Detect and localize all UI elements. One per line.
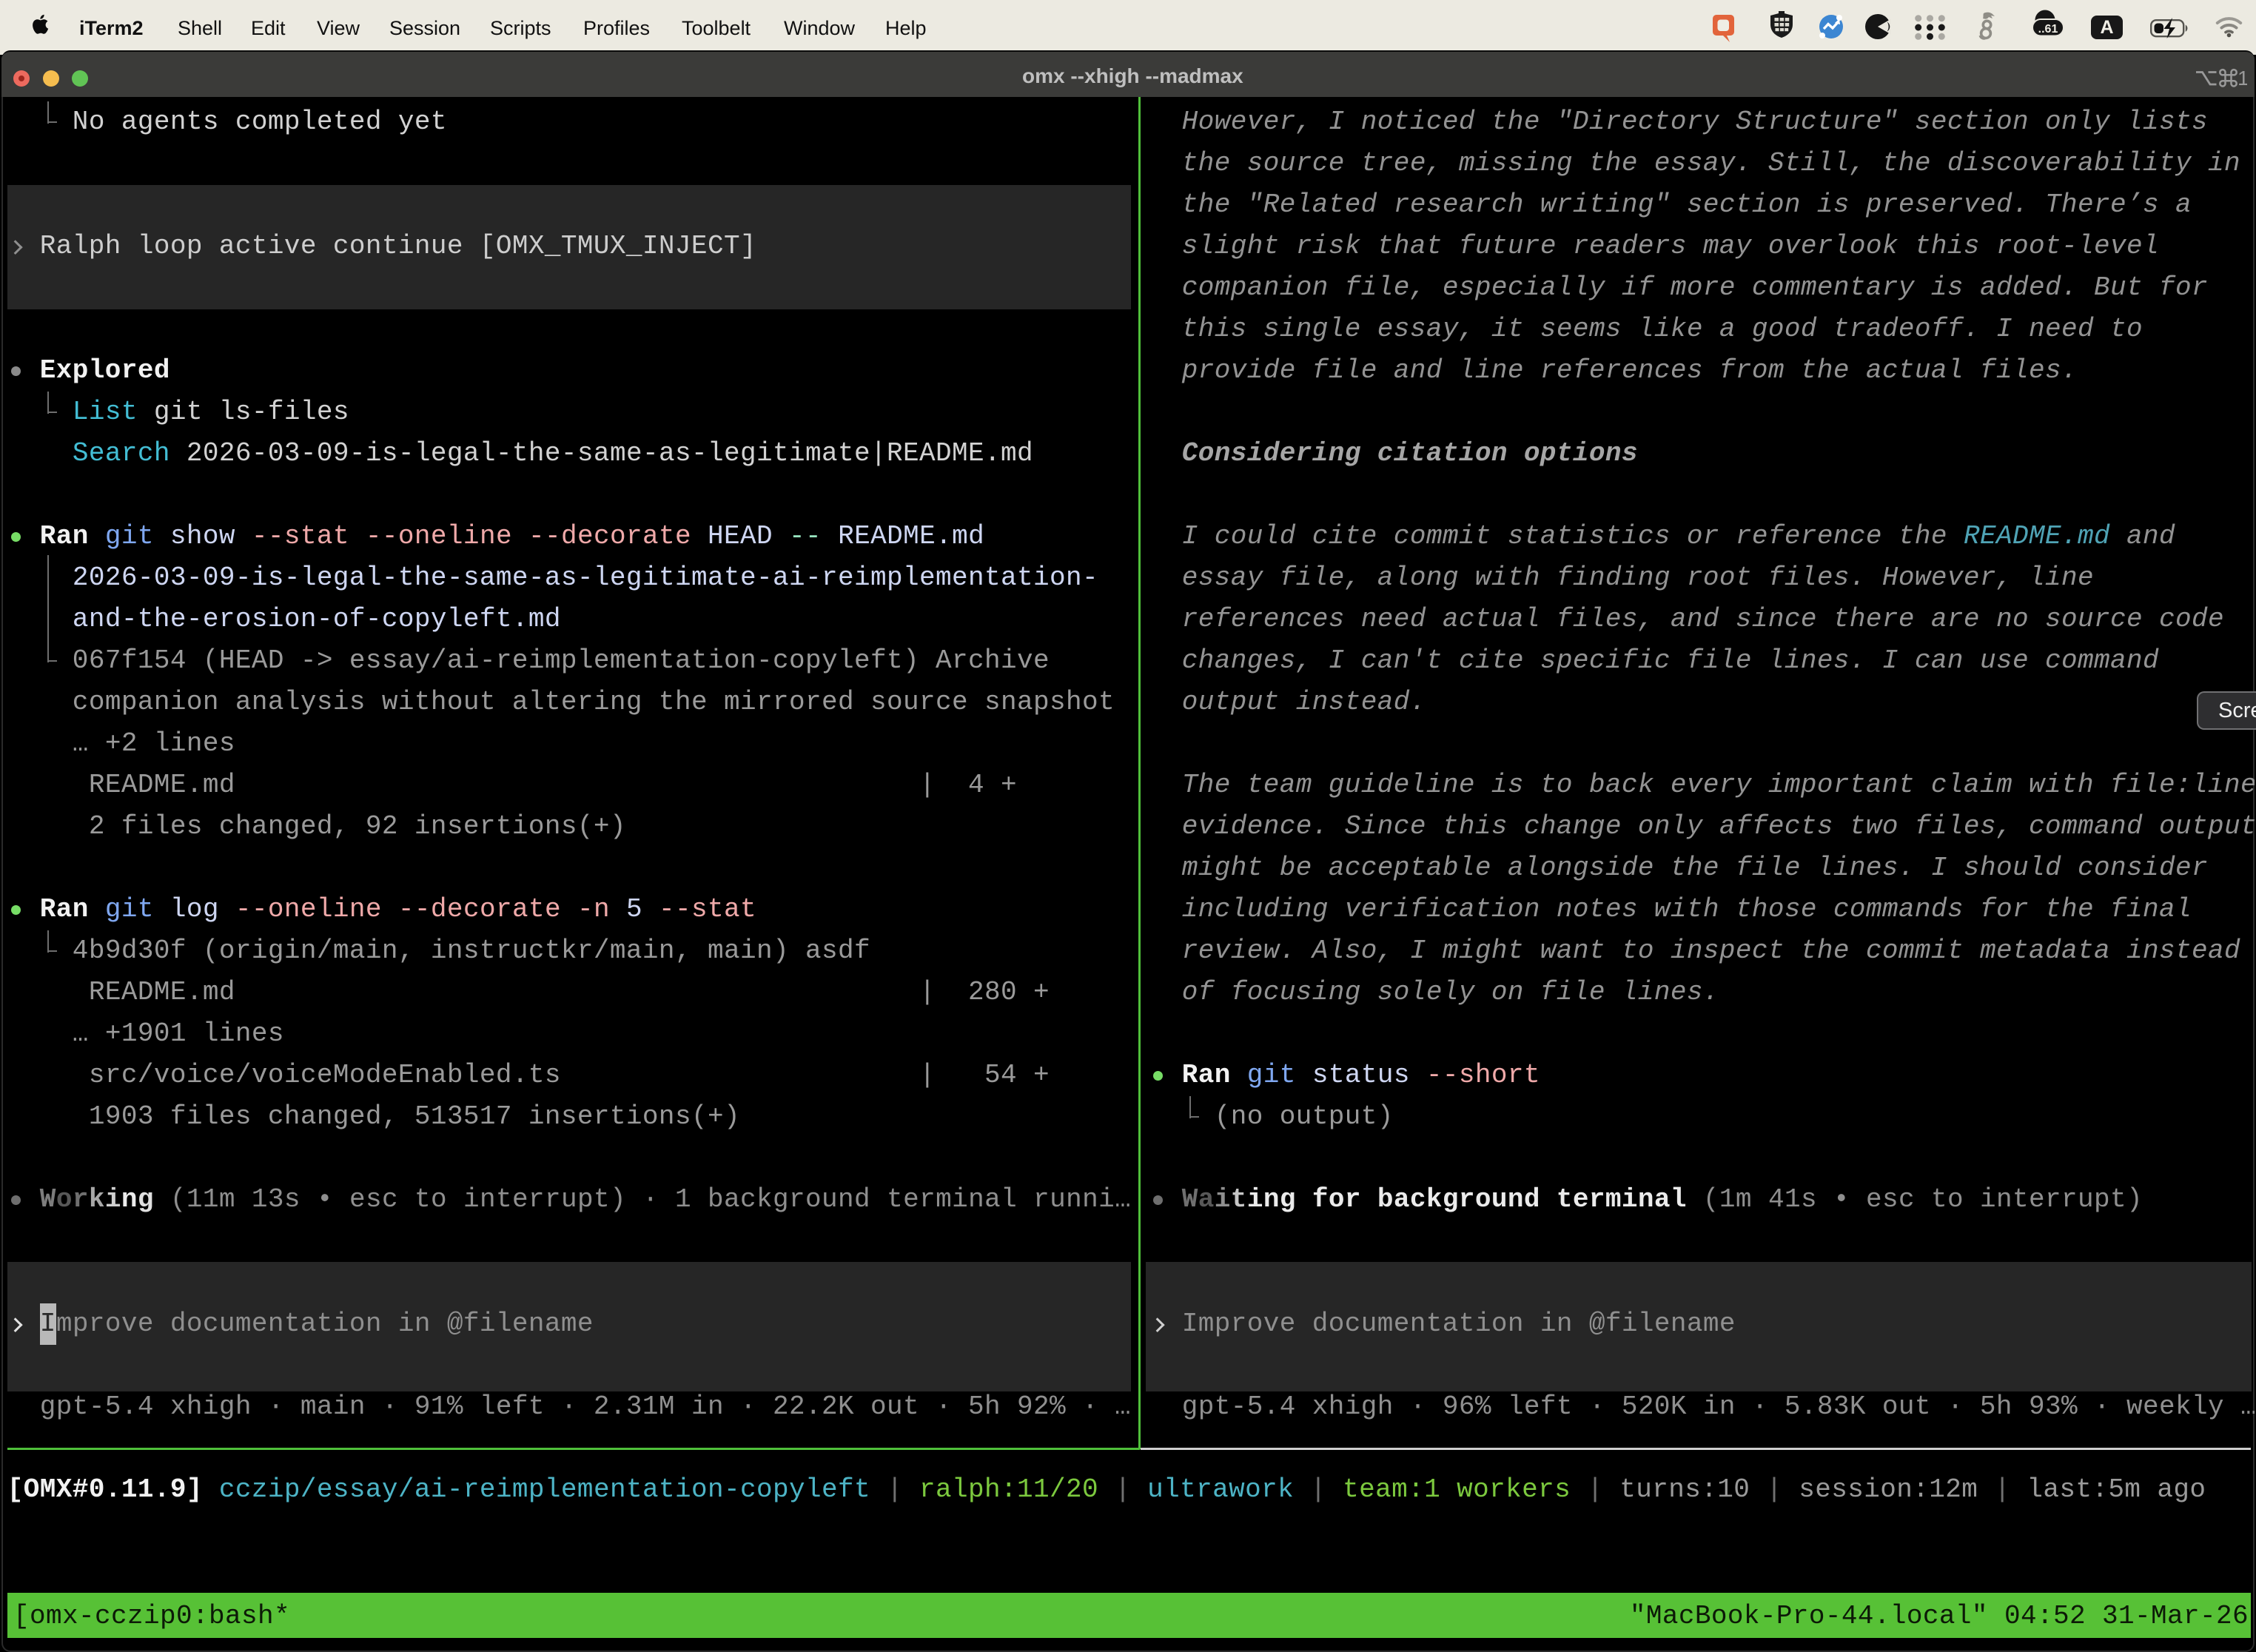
svg-text:..61: ..61 — [2038, 23, 2058, 36]
